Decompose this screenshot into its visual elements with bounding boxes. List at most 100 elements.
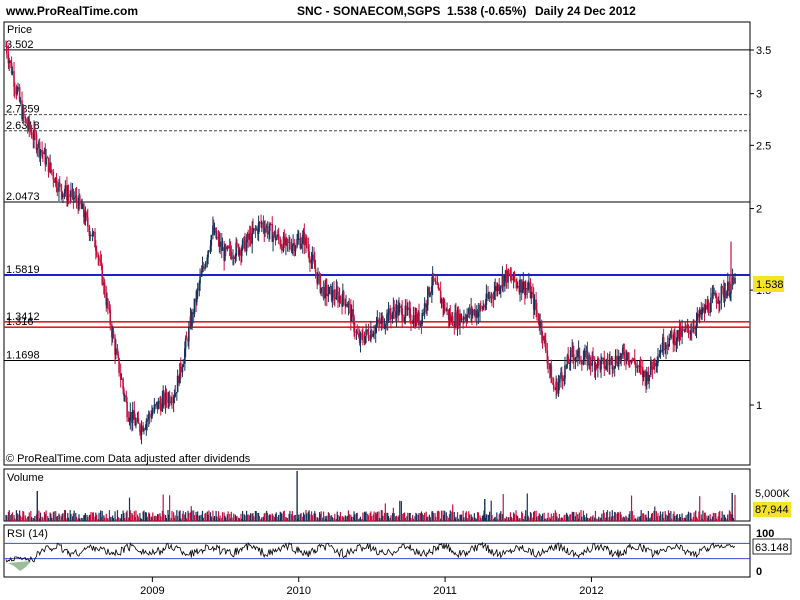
- candle-body: [249, 233, 252, 244]
- candle-body: [581, 362, 583, 365]
- x-tick-label: 2011: [433, 585, 457, 597]
- candle-body: [174, 393, 177, 397]
- candle-body: [311, 254, 314, 260]
- candle-body: [696, 313, 699, 321]
- x-tick-label: 2010: [286, 585, 310, 597]
- candle-body: [657, 357, 659, 364]
- x-tick-label: 2012: [579, 585, 603, 597]
- candle-body: [176, 392, 178, 394]
- candle-body: [418, 312, 420, 326]
- candle-body: [550, 365, 553, 383]
- candle-body: [296, 238, 298, 247]
- candle-body: [272, 234, 274, 242]
- candle-body: [25, 118, 27, 124]
- candle-body: [365, 329, 367, 337]
- candle-body: [528, 282, 530, 290]
- candle-body: [693, 327, 695, 329]
- candle-body: [522, 281, 525, 290]
- candle-body: [60, 184, 63, 192]
- candle-body: [283, 236, 286, 246]
- candle-body: [50, 162, 52, 171]
- candle-body: [322, 287, 325, 299]
- candle-body: [303, 232, 306, 246]
- candle-body: [479, 305, 482, 308]
- candle-body: [631, 359, 634, 361]
- level-label: 1.1698: [6, 350, 40, 362]
- candle-body: [300, 243, 302, 249]
- candle-body: [238, 249, 241, 255]
- candle-body: [511, 279, 513, 281]
- candle-body: [614, 355, 617, 367]
- candle-body: [569, 349, 572, 364]
- candle-body: [491, 294, 493, 298]
- candle-body: [698, 309, 701, 318]
- candle-body: [670, 330, 673, 335]
- candle-body: [151, 411, 154, 414]
- candle-body: [552, 384, 555, 390]
- candle-body: [561, 375, 564, 381]
- candle-body: [384, 325, 387, 327]
- candle-body: [603, 358, 606, 369]
- candle-body: [629, 360, 631, 363]
- candle-body: [547, 363, 549, 365]
- candle-body: [370, 330, 373, 337]
- candle-body: [180, 362, 182, 373]
- candle-body: [292, 243, 294, 247]
- candle-body: [427, 287, 429, 305]
- candle-body: [609, 360, 611, 366]
- data-note: © ProRealTime.com Data adjusted after di…: [6, 453, 251, 465]
- candle-body: [438, 287, 440, 291]
- candle-body: [208, 250, 210, 252]
- candle-body: [393, 307, 395, 312]
- candle-body: [112, 331, 115, 338]
- candle-body: [70, 191, 72, 198]
- candle-body: [204, 262, 207, 268]
- candle-body: [120, 378, 123, 380]
- candle-body: [421, 313, 424, 325]
- candle-body: [533, 299, 536, 310]
- candle-body: [56, 188, 59, 192]
- candle-body: [530, 291, 533, 298]
- candle-body: [305, 237, 308, 247]
- candle-body: [325, 284, 328, 297]
- candle-body: [47, 157, 50, 173]
- candle-body: [236, 242, 238, 245]
- candle-body: [556, 381, 558, 394]
- rsi-axis-bottom: 0: [756, 566, 762, 578]
- candle-body: [219, 241, 221, 247]
- candle-body: [687, 325, 690, 331]
- candle-body: [715, 297, 718, 304]
- candle-body: [713, 292, 715, 295]
- candle-body: [34, 129, 36, 135]
- candle-body: [58, 182, 61, 185]
- stock-chart[interactable]: Price 3.5022.78592.63182.04731.58191.341…: [0, 0, 800, 600]
- candle-body: [356, 331, 359, 334]
- candle-body: [584, 351, 586, 358]
- candle-body: [690, 331, 693, 333]
- candle-body: [362, 334, 364, 341]
- candle-body: [443, 302, 446, 311]
- candle-body: [519, 279, 521, 293]
- candle-body: [505, 270, 508, 283]
- volume-panel-title: Volume: [7, 472, 44, 484]
- candle-body: [539, 321, 541, 328]
- candle-body: [126, 401, 128, 418]
- candle-body: [73, 197, 75, 200]
- candle-body: [471, 312, 474, 315]
- candle-body: [578, 348, 581, 361]
- candle-body: [36, 147, 39, 150]
- candle-body: [45, 157, 47, 165]
- candle-body: [488, 296, 491, 299]
- candle-body: [567, 355, 569, 364]
- candle-body: [721, 286, 723, 288]
- candle-body: [6, 46, 8, 54]
- candle-body: [617, 355, 620, 367]
- candle-body: [90, 235, 92, 237]
- candle-body: [597, 358, 600, 361]
- price-tick-label: 2: [756, 204, 762, 216]
- price-panel-title: Price: [7, 24, 32, 36]
- candle-body: [53, 179, 55, 183]
- candle-body: [131, 410, 134, 424]
- candle-body: [253, 228, 255, 231]
- candle-body: [589, 363, 592, 366]
